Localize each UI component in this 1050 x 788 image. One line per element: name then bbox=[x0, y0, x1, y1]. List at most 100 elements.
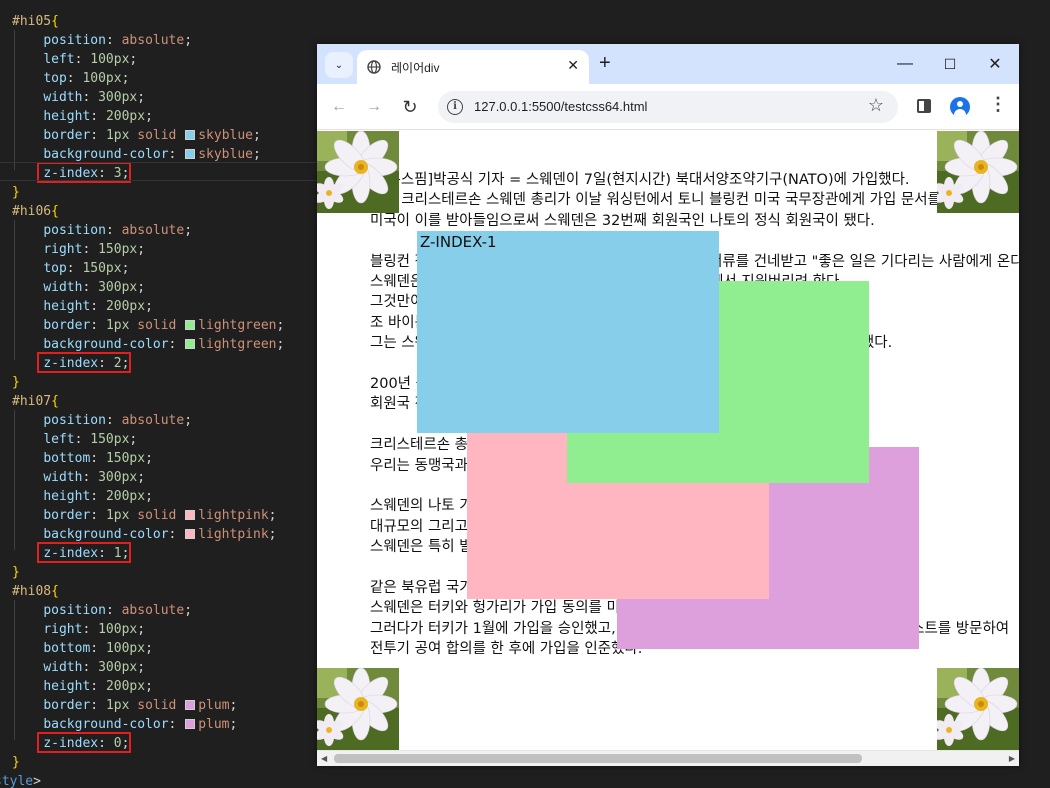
code-line: right: 150px; bbox=[12, 240, 145, 259]
url-text[interactable]: 127.0.0.1:5500/testcss64.html bbox=[474, 99, 647, 114]
reload-button[interactable]: ↻ bbox=[399, 96, 421, 118]
color-swatch-icon[interactable] bbox=[185, 719, 196, 729]
code-token: height bbox=[43, 299, 91, 314]
minimize-button[interactable]: — bbox=[890, 52, 920, 76]
color-swatch-icon[interactable] bbox=[185, 149, 196, 159]
code-token: : bbox=[90, 489, 106, 504]
scroll-right-arrow-icon[interactable]: ▶ bbox=[1009, 754, 1015, 763]
code-line: position: absolute; bbox=[12, 601, 192, 620]
code-line: width: 300px; bbox=[12, 468, 145, 487]
code-token: 150px bbox=[98, 242, 138, 257]
code-token: : bbox=[90, 299, 106, 314]
code-token: : bbox=[168, 527, 185, 542]
browser-tab[interactable]: 레이어div ✕ bbox=[357, 50, 589, 84]
code-token: ; bbox=[229, 698, 238, 713]
code-token: ; bbox=[129, 52, 138, 67]
maximize-button[interactable]: ☐ bbox=[935, 52, 965, 76]
code-line: top: 100px; bbox=[12, 69, 129, 88]
scroll-left-arrow-icon[interactable]: ◀ bbox=[321, 754, 327, 763]
code-token: solid bbox=[137, 318, 177, 333]
tab-search-button[interactable]: ⌄ bbox=[325, 52, 353, 78]
color-swatch-icon[interactable] bbox=[185, 700, 196, 710]
code-token: background-color bbox=[43, 527, 169, 542]
horizontal-scrollbar[interactable]: ◀ ▶ bbox=[317, 750, 1019, 766]
indent-guide bbox=[14, 600, 15, 740]
code-line: width: 300px; bbox=[12, 278, 145, 297]
code-line: height: 200px; bbox=[12, 487, 153, 506]
color-swatch-icon[interactable] bbox=[185, 510, 196, 520]
code-token: : bbox=[105, 33, 122, 48]
code-token: skyblue bbox=[198, 128, 254, 143]
code-token: ; bbox=[137, 470, 146, 485]
flower-image-bottom-right bbox=[937, 668, 1019, 750]
code-token: absolute bbox=[121, 603, 185, 618]
code-token: ; bbox=[184, 223, 193, 238]
code-token: : bbox=[82, 470, 99, 485]
color-swatch-icon[interactable] bbox=[185, 529, 196, 539]
code-token: : bbox=[168, 147, 185, 162]
code-token: skyblue bbox=[198, 147, 253, 162]
code-token: : bbox=[90, 641, 106, 656]
address-bar[interactable]: i 127.0.0.1:5500/testcss64.html ☆ bbox=[438, 91, 898, 123]
code-token: { bbox=[51, 584, 59, 599]
profile-avatar-icon[interactable] bbox=[950, 97, 970, 117]
more-menu-icon[interactable]: ⋮ bbox=[989, 94, 1007, 115]
code-line: bottom: 150px; bbox=[12, 449, 153, 468]
current-line-highlight bbox=[0, 162, 318, 181]
color-swatch-icon[interactable] bbox=[185, 320, 196, 330]
flower-image-top-right bbox=[937, 131, 1019, 213]
code-token: lightgreen bbox=[198, 318, 277, 333]
bookmark-star-icon[interactable]: ☆ bbox=[868, 95, 884, 116]
code-line: bottom: 100px; bbox=[12, 639, 153, 658]
code-token: : bbox=[90, 109, 106, 124]
code-token: : bbox=[105, 603, 122, 618]
forward-button[interactable]: → bbox=[363, 96, 385, 118]
code-token: absolute bbox=[121, 223, 185, 238]
code-line: left: 100px; bbox=[12, 50, 137, 69]
code-token: } bbox=[12, 185, 20, 200]
code-line: height: 200px; bbox=[12, 297, 153, 316]
code-token: lightpink bbox=[198, 508, 269, 523]
code-token: : bbox=[90, 508, 106, 523]
code-token: #hi07 bbox=[12, 394, 52, 409]
code-token: ; bbox=[145, 489, 153, 504]
code-line: right: 100px; bbox=[12, 620, 145, 639]
scrollbar-thumb[interactable] bbox=[334, 754, 862, 763]
globe-icon bbox=[367, 60, 381, 74]
new-tab-button[interactable]: + bbox=[599, 52, 611, 74]
article-line: 전투기 공여 합의를 한 후에 가입을 인준했다. bbox=[370, 641, 643, 658]
code-token: ; bbox=[137, 242, 146, 257]
color-swatch-icon[interactable] bbox=[185, 339, 196, 349]
back-button[interactable]: ← bbox=[328, 96, 350, 118]
color-swatch-icon[interactable] bbox=[185, 130, 196, 140]
code-token: width bbox=[43, 90, 83, 105]
page-viewport: [서울=뉴스핌]박공식 기자 = 스웨덴이 7일(현지시간) 북대서양조약기구(… bbox=[317, 131, 1019, 750]
code-token: : bbox=[74, 52, 91, 67]
code-token: plum bbox=[198, 717, 230, 732]
close-window-button[interactable]: ✕ bbox=[980, 52, 1010, 76]
code-line: } bbox=[12, 373, 20, 392]
code-token: : bbox=[82, 622, 99, 637]
tab-close-icon[interactable]: ✕ bbox=[567, 57, 579, 74]
code-token: ; bbox=[145, 451, 153, 466]
side-panel-icon[interactable] bbox=[917, 99, 931, 113]
code-token: 1px bbox=[105, 318, 130, 333]
highlight-box bbox=[37, 352, 131, 373]
code-token: height bbox=[43, 679, 91, 694]
code-token: style bbox=[0, 774, 34, 788]
browser-toolbar: ← → ↻ i 127.0.0.1:5500/testcss64.html ☆ … bbox=[317, 84, 1019, 130]
code-line: border: 1px solid lightpink; bbox=[12, 506, 276, 525]
code-token: : bbox=[82, 660, 99, 675]
site-info-icon[interactable]: i bbox=[447, 99, 463, 115]
